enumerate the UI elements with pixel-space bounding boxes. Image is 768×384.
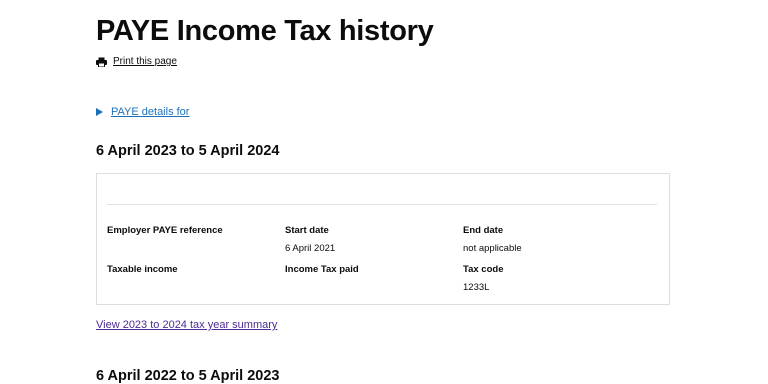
start-date-value: 6 April 2021 [285, 243, 336, 254]
print-page-link[interactable]: Print this page [96, 56, 177, 67]
paye-details-toggle[interactable]: PAYE details for [96, 106, 189, 118]
taxable-income-cell: Taxable income [107, 264, 178, 275]
taxable-income-label: Taxable income [107, 264, 178, 275]
start-date-cell: Start date 6 April 2021 [285, 225, 335, 254]
print-page-label: Print this page [113, 56, 177, 67]
end-date-cell: End date not applicable [463, 225, 522, 254]
tax-year-heading: 6 April 2023 to 5 April 2024 [96, 143, 280, 159]
tax-code-value: 1233L [463, 282, 490, 293]
employment-card: Employer PAYE reference Start date 6 Apr… [96, 173, 670, 305]
end-date-label: End date [463, 225, 504, 236]
paye-details-label: PAYE details for [111, 106, 190, 118]
start-date-label: Start date [285, 225, 329, 236]
income-tax-paid-label: Income Tax paid [285, 264, 359, 275]
page-title: PAYE Income Tax history [96, 15, 434, 47]
employer-ref-label: Employer PAYE reference [107, 225, 223, 236]
printer-icon [96, 57, 107, 67]
tax-code-label: Tax code [463, 264, 504, 275]
tax-year-heading-previous: 6 April 2022 to 5 April 2023 [96, 368, 280, 384]
tax-year-summary-link[interactable]: View 2023 to 2024 tax year summary [96, 319, 277, 331]
end-date-value: not applicable [463, 243, 522, 254]
card-divider [107, 204, 657, 205]
triangle-right-icon [96, 108, 103, 116]
employer-ref-cell: Employer PAYE reference [107, 225, 223, 236]
tax-code-cell: Tax code 1233L [463, 264, 503, 293]
income-tax-paid-cell: Income Tax paid [285, 264, 359, 275]
